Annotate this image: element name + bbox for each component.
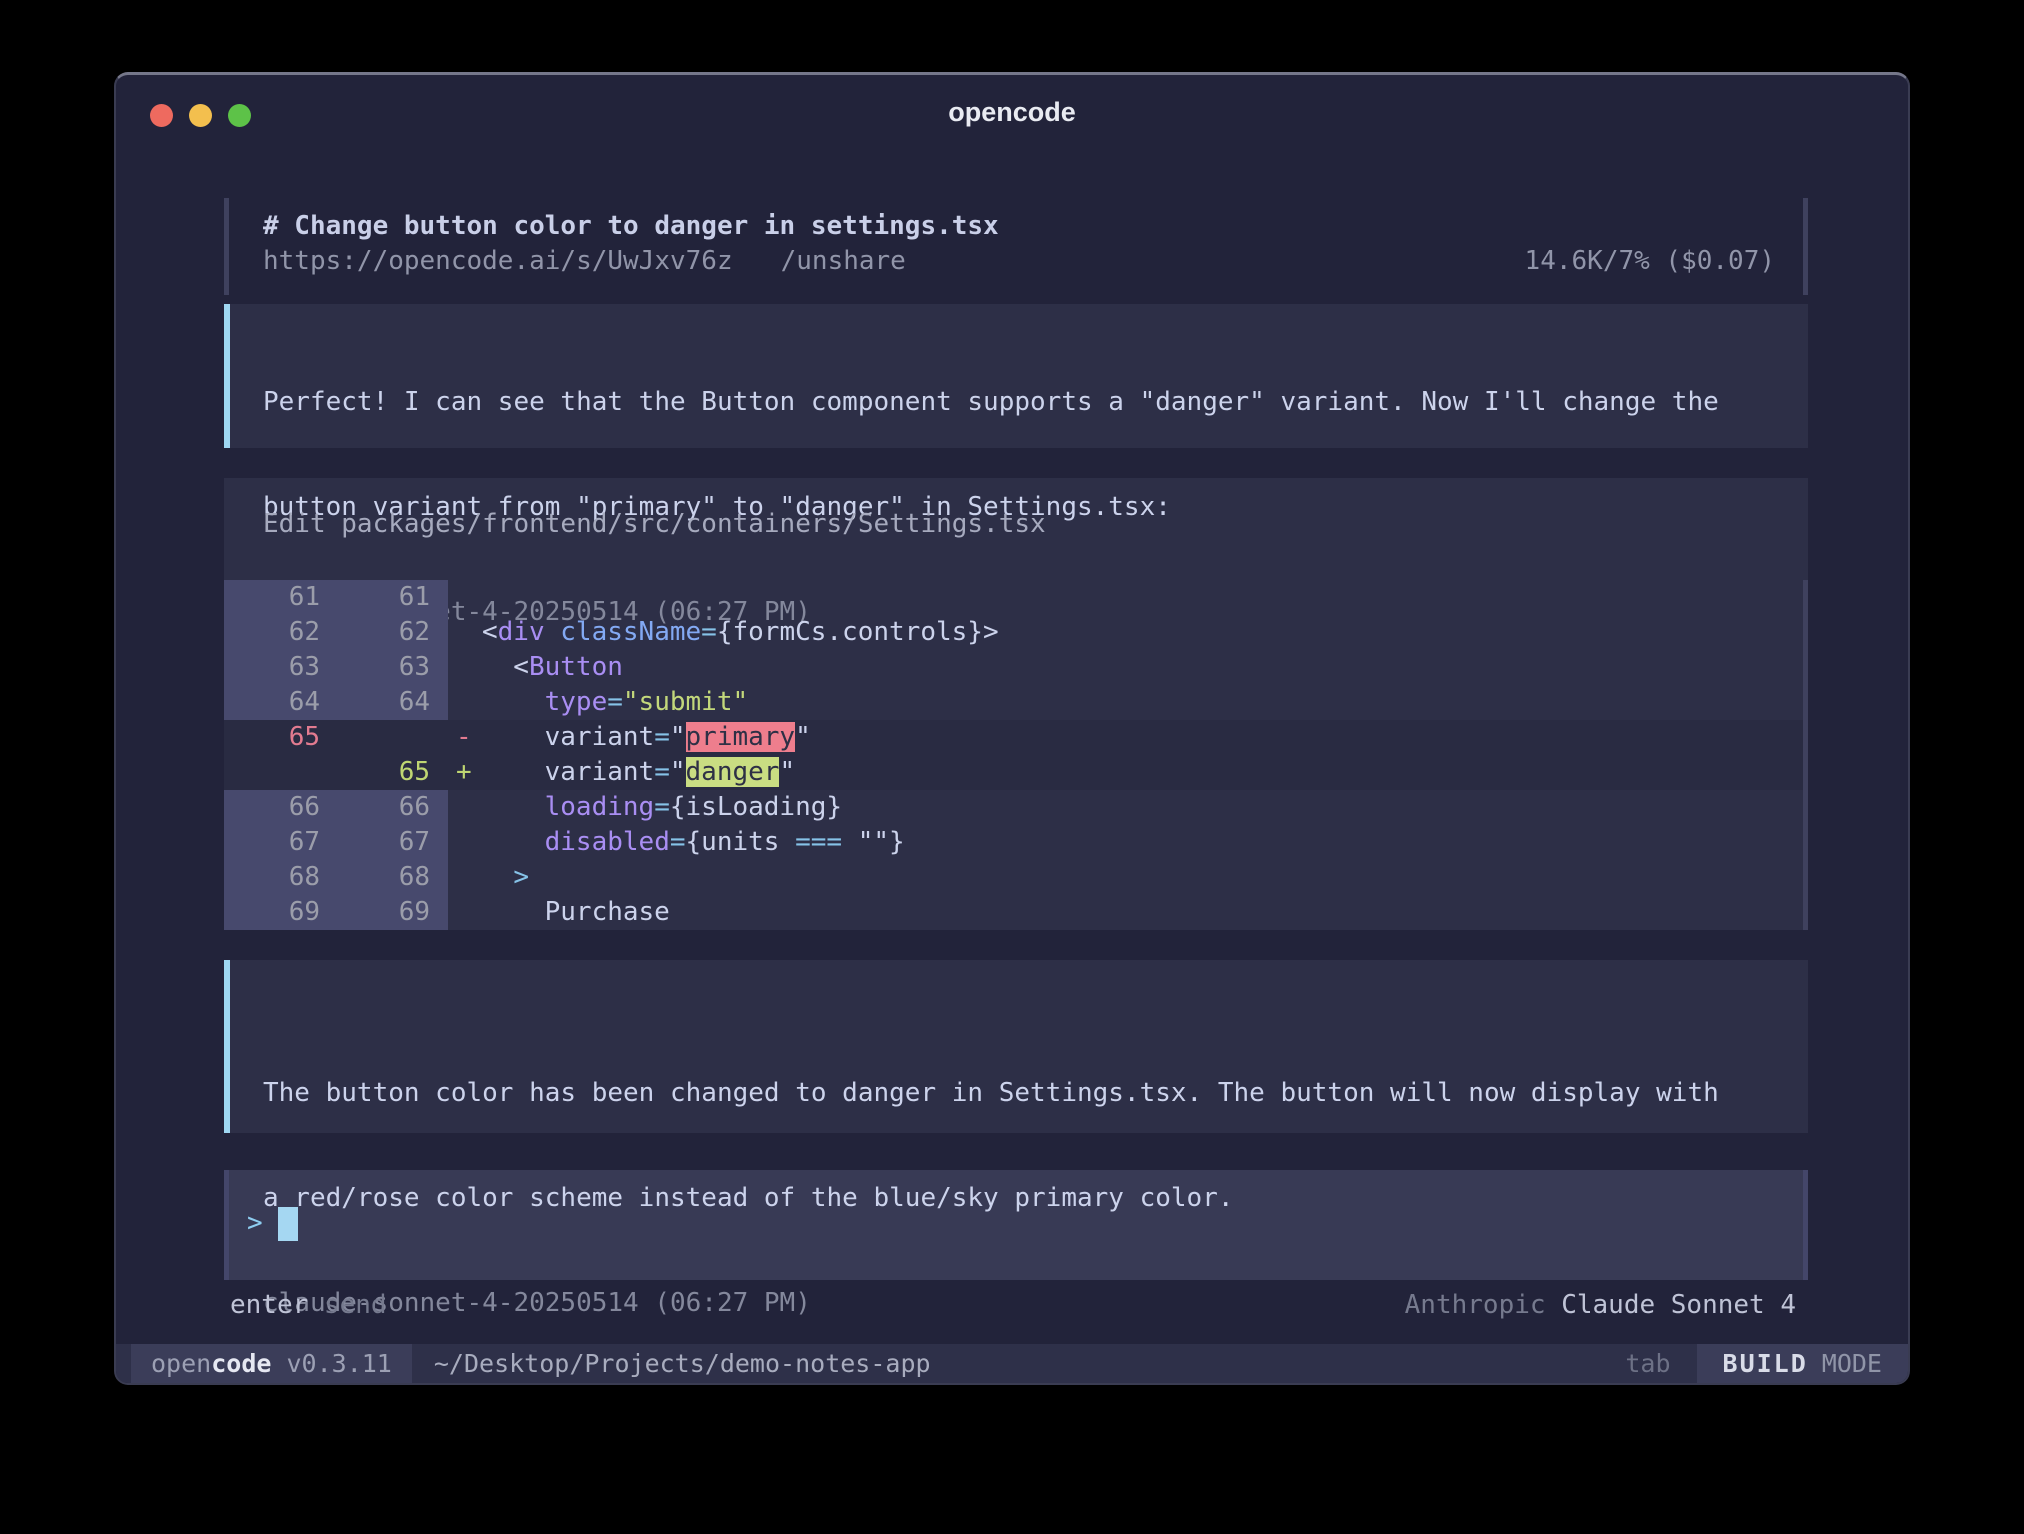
status-bar: opencode v0.3.11 ~/Desktop/Projects/demo… xyxy=(116,1344,1908,1383)
code-line: type="submit" xyxy=(482,685,748,720)
assistant-message: The button color has been changed to dan… xyxy=(224,960,1808,1133)
code-line: variant="danger" xyxy=(482,755,795,790)
content-column: # Change button color to danger in setti… xyxy=(224,198,1808,1323)
line-number-old: 68 xyxy=(224,860,336,895)
line-number-new: 68 xyxy=(336,860,448,895)
share-row: https://opencode.ai/s/UwJxv76z /unshare … xyxy=(263,244,1775,279)
assistant-message: Perfect! I can see that the Button compo… xyxy=(224,304,1808,448)
line-number-new: 65 xyxy=(336,755,448,790)
diff-marker: - xyxy=(448,720,482,755)
message-line: Perfect! I can see that the Button compo… xyxy=(263,385,1808,420)
prompt-symbol: > xyxy=(247,1206,278,1241)
diff-row: 6464 type="submit" xyxy=(224,685,1803,720)
line-number-old: 63 xyxy=(224,650,336,685)
diff-row: 6363 <Button xyxy=(224,650,1803,685)
diff-row: 6767 disabled={units === ""} xyxy=(224,825,1803,860)
diff-row: 6262 <div className={formCs.controls}> xyxy=(224,615,1803,650)
line-number-new: 64 xyxy=(336,685,448,720)
code-line: disabled={units === ""} xyxy=(482,825,905,860)
diff-row: 6666 loading={isLoading} xyxy=(224,790,1803,825)
line-number-old: 65 xyxy=(224,720,336,755)
text-cursor xyxy=(278,1207,298,1241)
cwd-path: ~/Desktop/Projects/demo-notes-app xyxy=(434,1349,931,1378)
line-number-new: 63 xyxy=(336,650,448,685)
code-line: > xyxy=(482,860,529,895)
diff-row: 6868 > xyxy=(224,860,1803,895)
diff-marker xyxy=(448,650,482,685)
diff-view: 61616262 <div className={formCs.controls}… xyxy=(224,580,1808,930)
diff-marker xyxy=(448,685,482,720)
share-header: # Change button color to danger in setti… xyxy=(224,198,1808,295)
line-number-old xyxy=(224,755,336,790)
line-number-new: 66 xyxy=(336,790,448,825)
diff-row: 65 - variant="primary" xyxy=(224,720,1803,755)
line-number-new: 62 xyxy=(336,615,448,650)
diff-marker xyxy=(448,790,482,825)
code-line: Purchase xyxy=(482,895,670,930)
line-number-old: 62 xyxy=(224,615,336,650)
line-number-new xyxy=(336,720,448,755)
code-line: <Button xyxy=(482,650,623,685)
diff-marker xyxy=(448,860,482,895)
diff-row: 6969 Purchase xyxy=(224,895,1803,930)
app-version-chip: opencode v0.3.11 xyxy=(131,1344,412,1383)
model-indicator: Anthropic Claude Sonnet 4 xyxy=(1405,1288,1796,1323)
window-title: opencode xyxy=(116,97,1908,128)
line-number-old: 69 xyxy=(224,895,336,930)
line-number-new: 61 xyxy=(336,580,448,615)
build-mode-chip[interactable]: BUILDMODE xyxy=(1697,1344,1908,1383)
code-line: variant="primary" xyxy=(482,720,811,755)
session-title: # Change button color to danger in setti… xyxy=(263,209,1775,244)
line-number-new: 67 xyxy=(336,825,448,860)
code-line: <div className={formCs.controls}> xyxy=(482,615,999,650)
diff-marker: + xyxy=(448,755,482,790)
edit-tool-title: Edit packages/frontend/src/containers/Se… xyxy=(224,507,1808,542)
tab-key-hint: tab xyxy=(1625,1349,1670,1378)
unshare-command[interactable]: /unshare xyxy=(781,244,906,279)
enter-hint: enter send xyxy=(230,1288,387,1323)
diff-marker xyxy=(448,825,482,860)
diff-marker xyxy=(448,895,482,930)
diff-row: 65+ variant="danger" xyxy=(224,755,1803,790)
diff-marker xyxy=(448,615,482,650)
share-url-link[interactable]: https://opencode.ai/s/UwJxv76z xyxy=(263,244,733,279)
diff-marker xyxy=(448,580,482,615)
line-number-old: 66 xyxy=(224,790,336,825)
edit-tool-block: Edit packages/frontend/src/containers/Se… xyxy=(224,478,1808,930)
line-number-new: 69 xyxy=(336,895,448,930)
line-number-old: 61 xyxy=(224,580,336,615)
token-usage: 14.6K/7% ($0.07) xyxy=(1525,244,1775,279)
message-line: The button color has been changed to dan… xyxy=(263,1076,1808,1111)
code-line: loading={isLoading} xyxy=(482,790,842,825)
app-window: opencode # Change button color to danger… xyxy=(114,72,1910,1385)
titlebar: opencode xyxy=(116,75,1908,137)
line-number-old: 67 xyxy=(224,825,336,860)
line-number-old: 64 xyxy=(224,685,336,720)
diff-row: 6161 xyxy=(224,580,1803,615)
